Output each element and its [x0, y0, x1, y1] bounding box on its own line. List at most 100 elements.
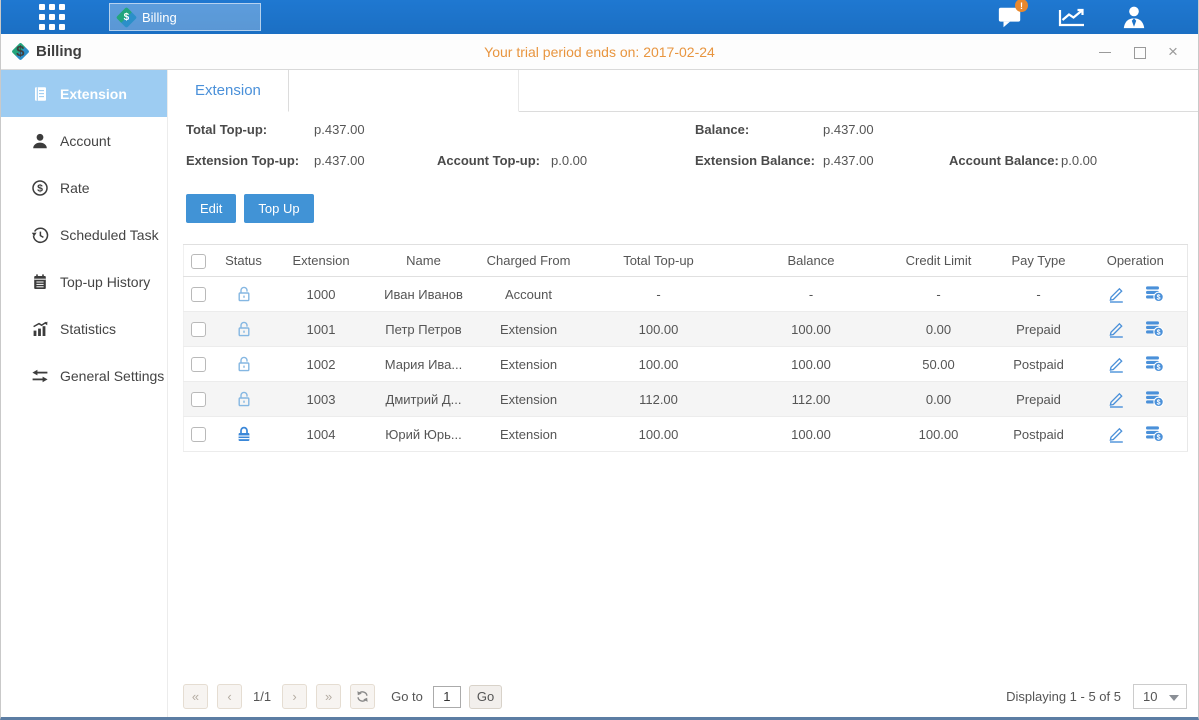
cell-balance: 112.00 [739, 382, 884, 417]
last-page-button[interactable]: » [316, 684, 341, 709]
sidebar-item-scheduled-task[interactable]: Scheduled Task [1, 211, 167, 258]
cell-extension: 1001 [274, 312, 369, 347]
account-balance-label: Account Balance: [949, 153, 1059, 168]
topup-row-icon[interactable]: $ [1143, 317, 1165, 339]
statistics-icon [31, 320, 49, 338]
svg-text:$: $ [1156, 364, 1160, 371]
refresh-icon[interactable] [350, 684, 375, 709]
minimize-icon[interactable] [1098, 45, 1112, 59]
edit-row-icon[interactable] [1105, 317, 1127, 339]
cell-credit-limit: 0.00 [884, 382, 994, 417]
edit-button[interactable]: Edit [186, 194, 236, 223]
edit-row-icon[interactable] [1105, 422, 1127, 444]
svg-text:$: $ [1156, 294, 1160, 301]
go-button[interactable]: Go [469, 685, 502, 709]
row-checkbox[interactable] [191, 427, 206, 442]
row-checkbox[interactable] [191, 322, 206, 337]
sidebar-item-general-settings[interactable]: General Settings [1, 352, 167, 399]
column-charged-from: Charged From [479, 245, 579, 277]
chevron-down-icon [1169, 695, 1179, 701]
cell-pay-type: - [994, 277, 1084, 312]
next-page-button[interactable]: › [282, 684, 307, 709]
window-title-text: Billing [36, 43, 82, 60]
total-topup-value: p.437.00 [314, 122, 365, 137]
tab-spacer [289, 70, 519, 112]
topup-row-icon[interactable]: $ [1143, 352, 1165, 374]
sidebar-item-rate[interactable]: $ Rate [1, 164, 167, 211]
sidebar-item-statistics[interactable]: Statistics [1, 305, 167, 352]
cell-charged-from: Extension [479, 312, 579, 347]
close-icon[interactable]: × [1166, 45, 1180, 59]
scheduled-task-icon [31, 226, 49, 244]
goto-label: Go to [391, 689, 423, 704]
edit-row-icon[interactable] [1105, 282, 1127, 304]
extension-topup-label: Extension Top-up: [186, 153, 299, 168]
sidebar-item-account[interactable]: Account [1, 117, 167, 164]
edit-row-icon[interactable] [1105, 352, 1127, 374]
cell-credit-limit: 50.00 [884, 347, 994, 382]
messages-icon[interactable]: ! [994, 3, 1026, 31]
apps-grid-icon[interactable] [39, 4, 65, 30]
sidebar-item-extension[interactable]: Extension [1, 70, 167, 117]
table-row[interactable]: 1002 Мария Ива... Extension 100.00 100.0… [184, 347, 1188, 382]
sidebar-item-label: Scheduled Task [60, 227, 159, 243]
row-checkbox[interactable] [191, 287, 206, 302]
table-header-row: Status Extension Name Charged From Total… [184, 245, 1188, 277]
sidebar-item-label: Top-up History [60, 274, 150, 290]
topbar-tab-label: Billing [142, 10, 177, 25]
cell-total-topup: 100.00 [579, 347, 739, 382]
displaying-text: Displaying 1 - 5 of 5 [1006, 689, 1121, 704]
goto-page-input[interactable] [433, 686, 461, 708]
sidebar-item-label: Extension [60, 86, 127, 102]
tab-extension[interactable]: Extension [168, 70, 289, 112]
extension-balance-value: p.437.00 [823, 153, 874, 168]
pagination-bar: « ‹ 1/1 › » Go to Go [183, 684, 1187, 709]
topup-row-icon[interactable]: $ [1143, 422, 1165, 444]
topup-row-icon[interactable]: $ [1143, 282, 1165, 304]
cell-total-topup: 112.00 [579, 382, 739, 417]
general-settings-icon [31, 367, 49, 385]
topup-button[interactable]: Top Up [244, 194, 313, 223]
row-checkbox[interactable] [191, 357, 206, 372]
cell-extension: 1000 [274, 277, 369, 312]
column-extension: Extension [274, 245, 369, 277]
lock-open-icon [214, 312, 274, 347]
sidebar-item-label: General Settings [60, 368, 164, 384]
reports-chart-icon[interactable] [1056, 3, 1088, 31]
cell-pay-type: Postpaid [994, 417, 1084, 452]
sidebar: Extension Account $ Rate Scheduled Task … [1, 70, 168, 717]
user-account-icon[interactable] [1118, 3, 1150, 31]
select-all-checkbox[interactable] [191, 254, 206, 269]
first-page-button[interactable]: « [183, 684, 208, 709]
cell-credit-limit: 100.00 [884, 417, 994, 452]
topbar-tab-billing[interactable]: $ Billing [109, 3, 261, 31]
sidebar-item-label: Account [60, 133, 111, 149]
rate-icon: $ [31, 179, 49, 197]
row-checkbox[interactable] [191, 392, 206, 407]
cell-balance: 100.00 [739, 347, 884, 382]
svg-text:$: $ [1156, 329, 1160, 336]
cell-extension: 1004 [274, 417, 369, 452]
notification-badge: ! [1015, 0, 1028, 12]
cell-charged-from: Account [479, 277, 579, 312]
prev-page-button[interactable]: ‹ [217, 684, 242, 709]
topup-history-icon [31, 273, 49, 291]
billing-diamond-icon: $ [116, 6, 137, 27]
table-row[interactable]: 1003 Дмитрий Д... Extension 112.00 112.0… [184, 382, 1188, 417]
account-topup-value: p.0.00 [551, 153, 587, 168]
page-size-select[interactable]: 10 [1133, 684, 1187, 709]
svg-text:$: $ [1156, 434, 1160, 441]
page-size-value: 10 [1143, 689, 1157, 704]
total-topup-label: Total Top-up: [186, 122, 267, 137]
table-row[interactable]: 1004 Юрий Юрь... Extension 100.00 100.00… [184, 417, 1188, 452]
table-body: 1000 Иван Иванов Account - - - - $ [184, 277, 1188, 452]
table-row[interactable]: 1000 Иван Иванов Account - - - - $ [184, 277, 1188, 312]
table-row[interactable]: 1001 Петр Петров Extension 100.00 100.00… [184, 312, 1188, 347]
topup-row-icon[interactable]: $ [1143, 387, 1165, 409]
sidebar-item-label: Statistics [60, 321, 116, 337]
trial-notice: Your trial period ends on: 2017-02-24 [1, 44, 1198, 60]
sidebar-item-top-up-history[interactable]: Top-up History [1, 258, 167, 305]
edit-row-icon[interactable] [1105, 387, 1127, 409]
maximize-icon[interactable] [1132, 45, 1146, 59]
lock-closed-icon [214, 417, 274, 452]
